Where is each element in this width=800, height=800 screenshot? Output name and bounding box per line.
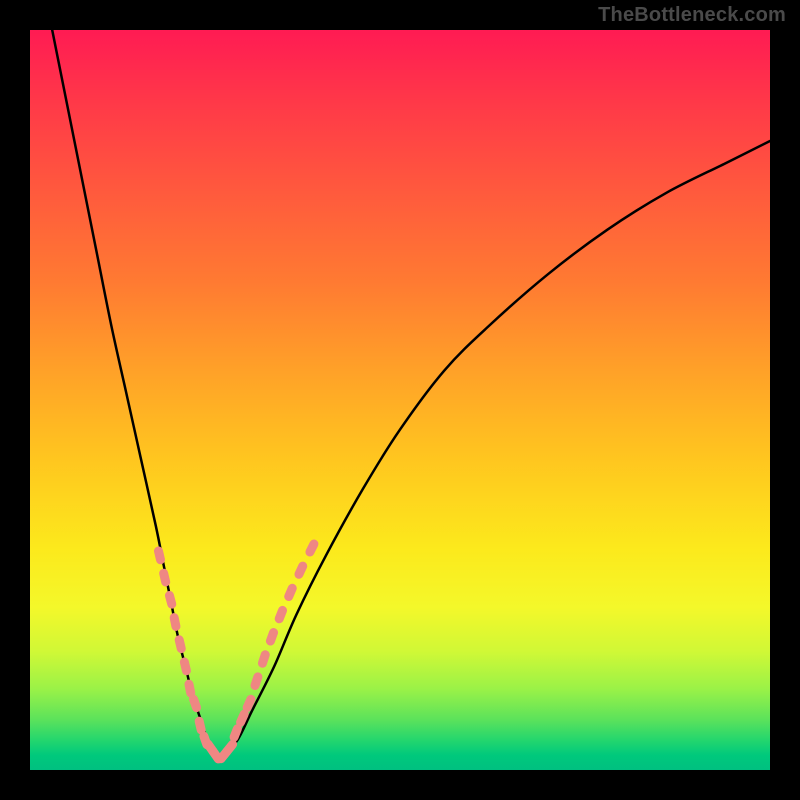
chart-frame: TheBottleneck.com [0, 0, 800, 800]
highlight-dot [169, 612, 181, 631]
highlight-dot [164, 590, 177, 610]
watermark-text: TheBottleneck.com [598, 4, 786, 27]
plot-area [30, 30, 770, 770]
highlight-dot [273, 605, 288, 625]
highlight-dots-left [153, 546, 225, 766]
curve-svg [30, 30, 770, 770]
highlight-dot [293, 560, 309, 580]
highlight-dot [174, 634, 187, 654]
highlight-dot [188, 693, 202, 713]
highlight-dot [304, 538, 320, 558]
highlight-dots-right [215, 538, 320, 765]
bottleneck-curve [52, 30, 770, 757]
highlight-dot [158, 568, 171, 588]
highlight-dot [257, 649, 271, 669]
highlight-dot [153, 546, 166, 566]
highlight-dot [179, 657, 192, 677]
highlight-dot [283, 582, 298, 602]
highlight-dot [249, 671, 263, 691]
highlight-dot [265, 627, 280, 647]
